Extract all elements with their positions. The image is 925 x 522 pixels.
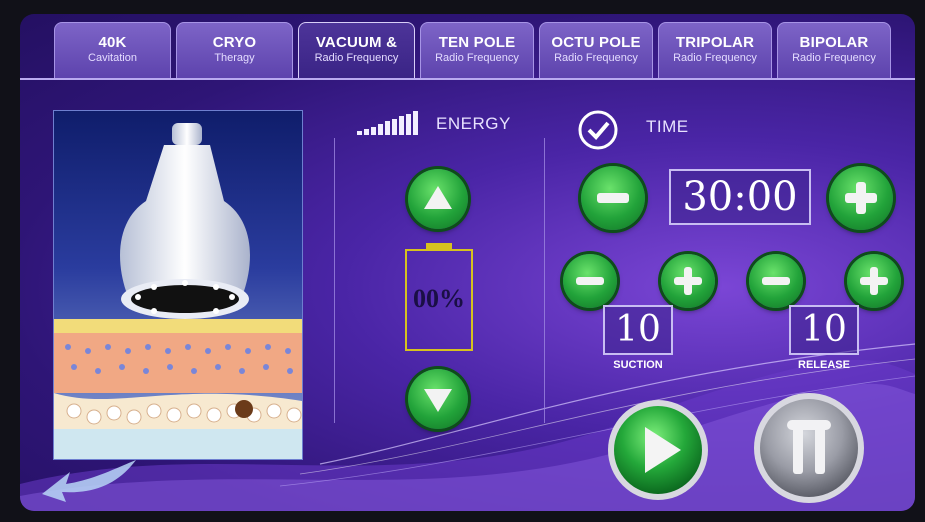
check-circle-icon <box>578 110 618 150</box>
release-increase-button[interactable] <box>847 254 901 308</box>
triangle-up-icon <box>424 186 452 209</box>
time-label: TIME <box>646 117 689 136</box>
minus-icon <box>762 277 790 285</box>
minus-icon <box>576 277 604 285</box>
energy-down-button[interactable] <box>408 369 468 429</box>
minus-icon <box>597 193 629 203</box>
panel-divider <box>334 138 335 423</box>
time-display: 30:00 <box>669 169 811 225</box>
time-increase-button[interactable] <box>829 166 893 230</box>
suction-label: SUCTION <box>613 359 663 371</box>
plus-icon <box>674 267 702 295</box>
tab-baseline <box>20 78 915 80</box>
plus-icon <box>860 267 888 295</box>
tab-40k-cavitation[interactable]: 40K Cavitation <box>54 22 171 78</box>
touch-screen: 40K Cavitation CRYO Theragy VACUUM & Rad… <box>20 14 915 511</box>
start-button[interactable] <box>605 397 711 503</box>
tab-octu-pole-rf[interactable]: OCTU POLE Radio Frequency <box>539 22 653 78</box>
tab-subtitle: Radio Frequency <box>554 52 638 64</box>
suction-increase-button[interactable] <box>661 254 715 308</box>
tab-subtitle: Radio Frequency <box>435 52 519 64</box>
signal-bars-icon <box>357 111 418 135</box>
release-display: 10 <box>789 305 859 355</box>
tab-title: TEN POLE <box>438 34 516 51</box>
tab-title: CRYO <box>212 34 257 51</box>
treatment-illustration <box>53 110 303 460</box>
tab-subtitle: Radio Frequency <box>314 52 399 64</box>
suction-decrease-button[interactable] <box>563 254 617 308</box>
energy-label: ENERGY <box>436 114 511 133</box>
tab-cryo-theragy[interactable]: CRYO Theragy <box>176 22 293 78</box>
release-decrease-button[interactable] <box>749 254 803 308</box>
tab-ten-pole-rf[interactable]: TEN POLE Radio Frequency <box>420 22 534 78</box>
mode-tabs: 40K Cavitation CRYO Theragy VACUUM & Rad… <box>20 14 915 80</box>
tab-bipolar-rf[interactable]: BIPOLAR Radio Frequency <box>777 22 891 78</box>
energy-up-button[interactable] <box>408 169 468 229</box>
pause-button[interactable] <box>751 390 867 506</box>
panel-divider <box>544 138 545 423</box>
tab-title: TRIPOLAR <box>675 34 755 51</box>
tab-subtitle: Radio Frequency <box>673 52 757 64</box>
plus-icon <box>845 182 877 214</box>
tab-title: 40K <box>98 34 127 51</box>
tab-subtitle: Cavitation <box>88 52 137 64</box>
suction-display: 10 <box>603 305 673 355</box>
tab-title: BIPOLAR <box>799 34 869 51</box>
tab-tripolar-rf[interactable]: TRIPOLAR Radio Frequency <box>658 22 772 78</box>
vacuum-handpiece-skin-image <box>54 123 302 459</box>
triangle-down-icon <box>424 389 452 412</box>
tab-subtitle: Theragy <box>214 52 255 64</box>
back-arrow-icon[interactable] <box>32 454 142 504</box>
time-decrease-button[interactable] <box>581 166 645 230</box>
energy-level-text: 00% <box>413 284 465 313</box>
tab-title: VACUUM & <box>315 34 398 51</box>
tab-subtitle: Radio Frequency <box>792 52 876 64</box>
tab-vacuum-rf[interactable]: VACUUM & Radio Frequency <box>298 22 415 78</box>
release-label: RELEASE <box>798 359 850 371</box>
tab-title: OCTU POLE <box>551 34 641 51</box>
